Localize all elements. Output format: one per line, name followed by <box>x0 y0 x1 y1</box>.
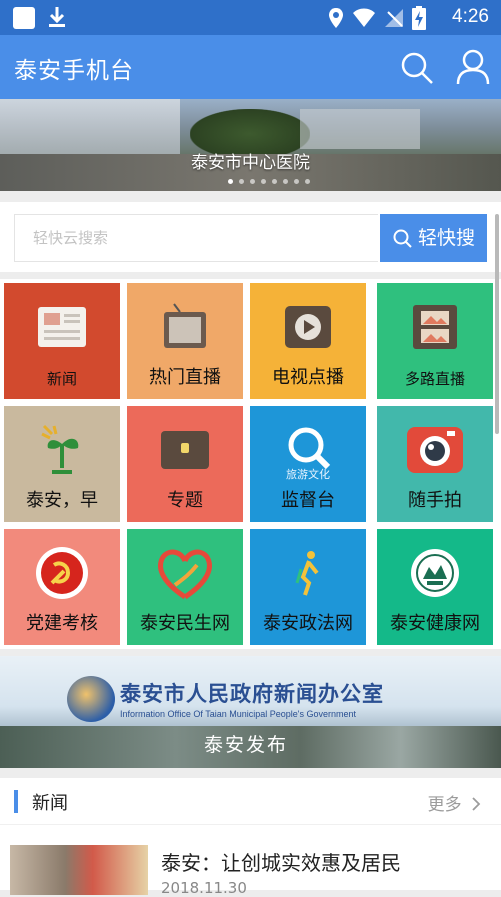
tile-label: 泰安健康网 <box>390 613 480 634</box>
tile-label: 专题 <box>167 490 203 511</box>
more-label: 更多 <box>427 795 462 815</box>
tile-label: 新闻 <box>46 370 77 388</box>
heart-logo-icon <box>158 549 212 600</box>
no-signal-icon <box>385 9 403 27</box>
ad-tagline: 泰安发布 <box>204 734 289 756</box>
tile-special[interactable]: 专题 <box>127 406 243 522</box>
location-icon <box>329 8 343 28</box>
status-bar: 4:26 <box>0 0 501 35</box>
carousel-dot <box>228 179 233 184</box>
party-emblem-icon <box>36 547 88 599</box>
carousel-dot <box>283 179 288 184</box>
tile-news[interactable]: 新闻 <box>4 283 120 399</box>
app-title: 泰安手机台 <box>14 58 134 84</box>
app-bar: 泰安手机台 <box>0 35 501 99</box>
carousel-dot <box>239 179 244 184</box>
ad-subtitle: Information Office Of Taian Municipal Pe… <box>120 709 357 719</box>
search-button[interactable]: 轻快搜 <box>380 214 487 262</box>
tile-label: 多路直播 <box>404 370 465 388</box>
film-icon <box>413 305 457 349</box>
news-section-title: 新闻 <box>32 793 68 814</box>
tile-label: 泰安民生网 <box>140 613 230 634</box>
tile-vod[interactable]: 电视点播 <box>250 283 366 399</box>
notification-square-icon <box>13 7 35 29</box>
play-icon <box>285 306 331 348</box>
more-link[interactable]: 更多 <box>428 790 481 815</box>
search-icon <box>393 229 412 248</box>
battery-charging-icon <box>412 6 426 30</box>
tile-label: 党建考核 <box>26 613 98 634</box>
tile-livelihood-net[interactable]: 泰安民生网 <box>127 529 243 645</box>
camera-icon <box>407 427 463 473</box>
tile-taian-morning[interactable]: 泰安，早 <box>4 406 120 522</box>
tile-sublabel: 旅游文化 <box>286 468 330 481</box>
status-icons <box>328 6 426 30</box>
newspaper-icon <box>38 307 86 347</box>
tile-label: 随手拍 <box>408 490 462 511</box>
tile-snapshot[interactable]: 随手拍 <box>377 406 493 522</box>
carousel-dot <box>272 179 277 184</box>
news-section-header: 新闻 更多 <box>0 778 501 825</box>
carousel-dots <box>228 179 310 184</box>
tile-supervision[interactable]: 旅游文化 监督台 <box>250 406 366 522</box>
tile-label: 热门直播 <box>149 367 221 388</box>
ad-logo <box>67 676 115 722</box>
tv-icon <box>164 303 206 348</box>
tile-label: 泰安政法网 <box>263 613 353 634</box>
tile-live-hot[interactable]: 热门直播 <box>127 283 243 399</box>
status-time: 4:26 <box>452 6 489 27</box>
user-icon[interactable] <box>456 49 490 85</box>
banner-building-right <box>300 109 420 149</box>
section-accent-bar <box>14 790 18 813</box>
search-bar: 轻快云搜索 轻快搜 <box>0 202 501 272</box>
figure-logo-icon <box>295 551 319 596</box>
scrollbar[interactable] <box>495 214 499 434</box>
tile-label: 电视点播 <box>272 367 344 388</box>
tile-law-net[interactable]: 泰安政法网 <box>250 529 366 645</box>
carousel-dot <box>250 179 255 184</box>
wifi-icon <box>353 8 375 27</box>
carousel-dot <box>261 179 266 184</box>
search-icon[interactable] <box>400 51 434 85</box>
news-list-item[interactable]: 泰安：让创城实效惠及居民 2018.11.30 <box>0 825 501 897</box>
news-date: 2018.11.30 <box>161 879 247 897</box>
banner-carousel[interactable]: 泰安市中心医院 <box>0 99 501 191</box>
ad-title: 泰安市人民政府新闻办公室 <box>120 681 384 706</box>
search-button-label: 轻快搜 <box>418 227 476 249</box>
ad-banner[interactable]: 泰安市人民政府新闻办公室 Information Office Of Taian… <box>0 656 501 768</box>
briefcase-icon <box>161 431 209 469</box>
news-headline: 泰安：让创城实效惠及居民 <box>161 851 401 875</box>
seal-logo-icon <box>411 549 459 597</box>
banner-caption: 泰安市中心医院 <box>191 153 310 173</box>
tile-label: 泰安，早 <box>26 490 98 511</box>
tile-health-net[interactable]: 泰安健康网 <box>377 529 493 645</box>
tile-party-building[interactable]: 党建考核 <box>4 529 120 645</box>
download-icon <box>49 7 65 27</box>
feature-grid: 新闻 热门直播 电视点播 多路直播 泰安，早 专题 旅游文化 监督台 随手拍 党… <box>0 279 501 649</box>
carousel-dot <box>305 179 310 184</box>
tile-multi-live[interactable]: 多路直播 <box>377 283 493 399</box>
sprout-logo-icon <box>41 424 79 474</box>
news-thumbnail <box>10 845 148 895</box>
carousel-dot <box>294 179 299 184</box>
search-input[interactable]: 轻快云搜索 <box>14 214 378 262</box>
chevron-right-icon <box>472 797 481 811</box>
tile-label: 监督台 <box>281 490 335 511</box>
